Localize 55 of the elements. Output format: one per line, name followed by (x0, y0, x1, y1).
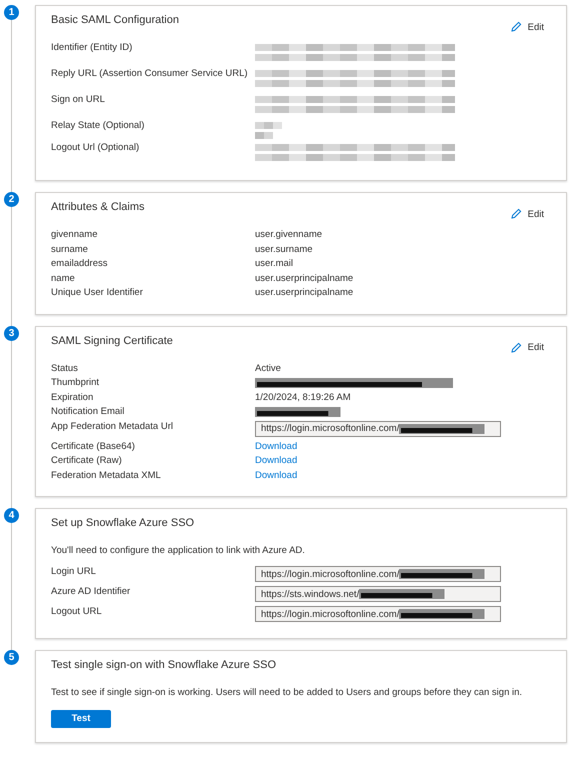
step-number: 4 (4, 508, 19, 523)
field-label: Notification Email (51, 406, 126, 418)
edit-button[interactable]: Edit (510, 342, 544, 354)
download-link[interactable]: Download (255, 470, 298, 480)
field-label: Identifier (Entity ID) (51, 42, 134, 55)
blurred-value (255, 120, 283, 140)
step-number: 1 (4, 5, 19, 20)
section-description: You'll need to configure the application to link with Azure AD. (51, 545, 306, 556)
field-label: name (51, 272, 76, 285)
pencil-icon (510, 208, 522, 220)
url-field[interactable]: https://login.microsoftonline.com/ (255, 566, 501, 582)
value-text: user.mail (255, 258, 294, 270)
download-link[interactable]: Download (255, 455, 298, 466)
field-label: Sign on URL (51, 94, 106, 107)
download-link[interactable]: Download (255, 440, 298, 452)
section-title: Basic SAML Configuration (51, 14, 180, 26)
section-title: Attributes & Claims (51, 201, 146, 213)
edit-button[interactable]: Edit (510, 208, 544, 220)
field-label: App Federation Metadata Url (51, 420, 174, 434)
value-text: user.userprincipalname (255, 287, 354, 300)
value-text: user.surname (255, 244, 314, 256)
pencil-icon (510, 342, 522, 354)
field-label: surname (51, 244, 89, 256)
field-label: Expiration (51, 392, 94, 404)
section-title: Test single sign-on with Snowflake Azure SSO (51, 659, 278, 671)
url-field[interactable]: https://login.microsoftonline.com/ (255, 606, 501, 622)
step-number: 5 (4, 650, 19, 665)
value-text: user.givenname (255, 229, 324, 242)
field-label: emailaddress (51, 258, 108, 270)
section-description: Test to see if single sign-on is working. Users will need to be added to Users and groups before they can sign in. (51, 687, 524, 698)
field-label: Federation Metadata XML (51, 470, 162, 482)
value-text: user.userprincipalname (255, 272, 354, 285)
field-label: Thumbprint (51, 377, 100, 390)
step-number: 3 (4, 326, 19, 340)
field-label: Reply URL (Assertion Consumer Service URL) (51, 68, 249, 81)
field-label: givenname (51, 229, 98, 242)
url-field[interactable]: https://login.microsoftonline.com/ (255, 420, 501, 436)
field-label: Unique User Identifier (51, 287, 144, 300)
step-number: 2 (4, 192, 19, 207)
value-text: Active (255, 362, 282, 375)
field-label: Status (51, 362, 79, 375)
section-title: Set up Snowflake Azure SSO (51, 517, 196, 529)
field-label: Certificate (Raw) (51, 455, 123, 468)
field-label: Logout Url (Optional) (51, 142, 140, 155)
edit-button[interactable]: Edit (510, 21, 544, 33)
field-label: Azure AD Identifier (51, 586, 132, 599)
pencil-icon (510, 21, 522, 33)
field-label: Relay State (Optional) (51, 120, 146, 133)
field-label: Logout URL (51, 606, 103, 619)
url-field[interactable]: https://sts.windows.net/ (255, 586, 501, 602)
value-text: 1/20/2024, 8:19:26 AM (255, 392, 352, 404)
section-title: SAML Signing Certificate (51, 334, 174, 346)
field-label: Certificate (Base64) (51, 440, 136, 453)
field-label: Login URL (51, 566, 97, 579)
test-button[interactable]: Test (51, 710, 111, 728)
